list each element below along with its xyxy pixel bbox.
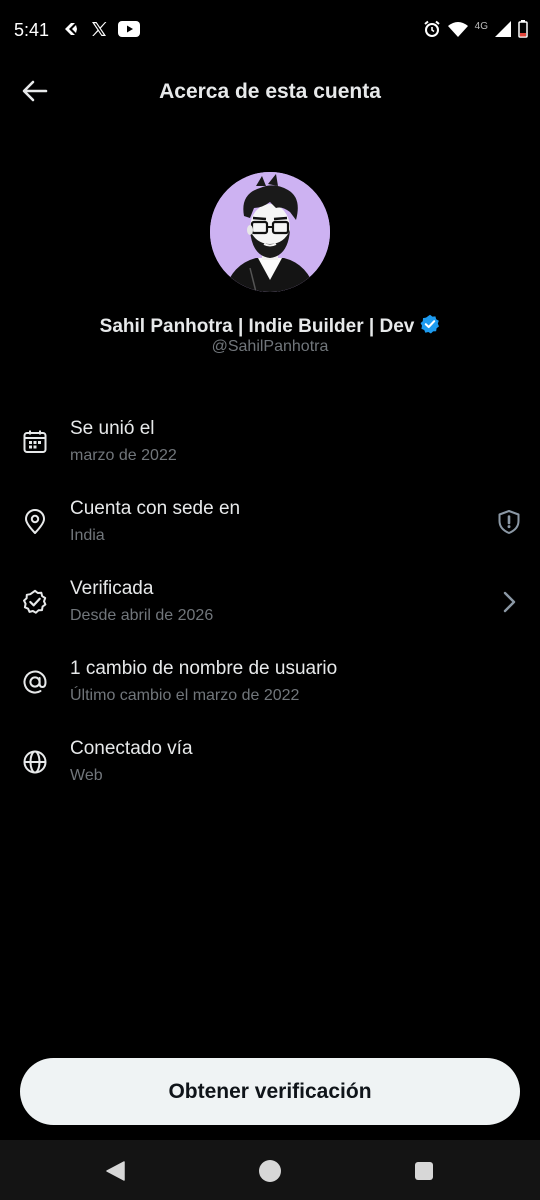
item-title: Conectado vía xyxy=(70,738,193,759)
signal-icon xyxy=(495,20,511,42)
globe-icon xyxy=(20,747,50,777)
recents-square-icon[interactable] xyxy=(411,1158,437,1184)
youtube-icon xyxy=(118,20,140,42)
alarm-icon xyxy=(423,20,441,43)
location-pin-icon xyxy=(20,507,50,537)
item-subtitle: Último cambio el marzo de 2022 xyxy=(70,687,300,704)
calendar-icon xyxy=(20,427,50,457)
top-app-bar: Acerca de esta cuenta xyxy=(0,62,540,124)
chevron-right-icon xyxy=(494,587,524,617)
network-type-label: 4G xyxy=(474,20,488,32)
item-subtitle: Desde abril de 2026 xyxy=(70,607,214,624)
item-subtitle: India xyxy=(70,527,105,544)
get-verified-button[interactable]: Obtener verificación xyxy=(20,1058,520,1125)
status-notification-icons xyxy=(62,20,140,42)
list-item-verified[interactable]: Verificada Desde abril de 2026 xyxy=(0,560,540,640)
shield-alert-icon[interactable] xyxy=(494,507,524,537)
sync-app-icon xyxy=(62,20,80,43)
status-bar: 5:41 4G xyxy=(0,0,540,62)
item-subtitle: marzo de 2022 xyxy=(70,447,177,464)
display-name: Sahil Panhotra | Indie Builder | Dev xyxy=(99,315,415,337)
avatar-illustration xyxy=(210,172,330,292)
at-sign-icon xyxy=(20,667,50,697)
item-subtitle: Web xyxy=(70,767,103,784)
list-item-based-in: Cuenta con sede en India xyxy=(0,480,540,560)
home-circle-icon[interactable] xyxy=(257,1158,283,1184)
verified-check-icon xyxy=(20,587,50,617)
battery-icon xyxy=(518,19,528,43)
avatar[interactable] xyxy=(210,172,330,292)
back-triangle-icon[interactable] xyxy=(102,1158,128,1184)
verified-badge-icon xyxy=(420,314,440,339)
status-time: 5:41 xyxy=(14,20,50,40)
list-item-connected-via: Conectado vía Web xyxy=(0,720,540,800)
item-title: Se unió el xyxy=(70,418,155,439)
item-title: 1 cambio de nombre de usuario xyxy=(70,658,338,679)
x-logo-icon xyxy=(90,20,108,43)
user-handle: @SahilPanhotra xyxy=(211,338,329,355)
item-title: Cuenta con sede en xyxy=(70,498,241,519)
page-title: Acerca de esta cuenta xyxy=(159,80,381,103)
status-system-icons: 4G xyxy=(423,19,528,43)
list-item-username-changes: 1 cambio de nombre de usuario Último cam… xyxy=(0,640,540,720)
system-navigation-bar xyxy=(0,1140,540,1200)
item-title: Verificada xyxy=(70,578,154,599)
account-info-list: Se unió el marzo de 2022 Cuenta con sede… xyxy=(0,400,540,800)
wifi-icon xyxy=(447,21,468,42)
display-name-row: Sahil Panhotra | Indie Builder | Dev xyxy=(0,314,540,339)
list-item-joined: Se unió el marzo de 2022 xyxy=(0,400,540,480)
